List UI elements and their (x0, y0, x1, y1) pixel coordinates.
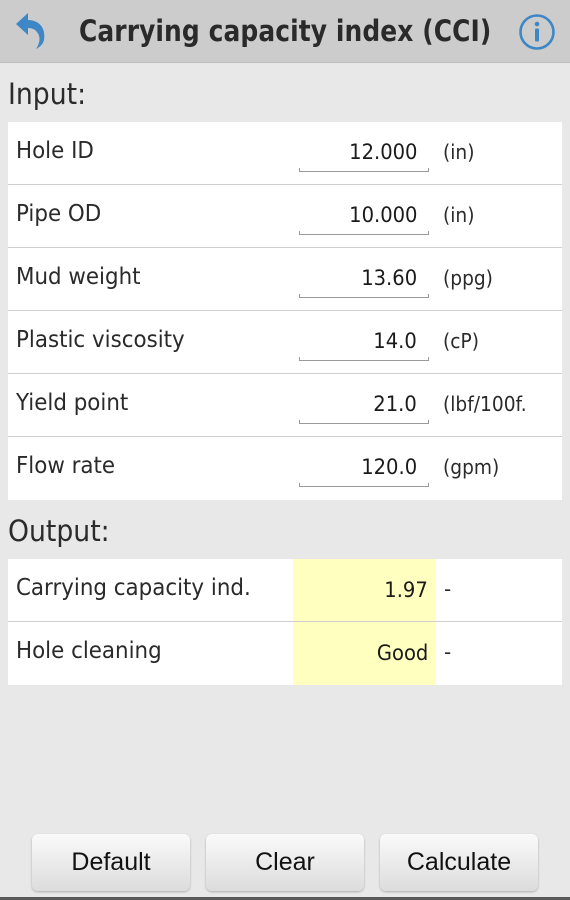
field-value: 14.0 (373, 329, 417, 353)
field-label: Yield point (16, 390, 129, 416)
input-underline (299, 168, 429, 172)
flow-rate-input[interactable]: 120.0 (299, 445, 429, 491)
clear-button[interactable]: Clear (206, 834, 364, 891)
field-label: Plastic viscosity (16, 327, 185, 353)
field-unit: (cP) (443, 329, 479, 353)
field-unit: (lbf/100f. (443, 392, 527, 416)
field-unit: (in) (443, 140, 475, 164)
input-underline (299, 420, 429, 424)
field-value: 120.0 (361, 455, 417, 479)
action-bar: Carrying capacity index (CCI) (0, 0, 570, 63)
plastic-viscosity-input[interactable]: 14.0 (299, 319, 429, 365)
input-row-hole-id: Hole ID 12.000 (in) (8, 122, 562, 185)
input-row-pipe-od: Pipe OD 10.000 (in) (8, 185, 562, 248)
input-underline (299, 294, 429, 298)
output-value: Good (376, 641, 428, 665)
screen: Carrying capacity index (CCI) Input: Hol… (0, 0, 570, 900)
field-label: Pipe OD (16, 201, 102, 227)
pipe-od-input[interactable]: 10.000 (299, 193, 429, 239)
input-row-flow-rate: Flow rate 120.0 (gpm) (8, 437, 562, 500)
input-card: Hole ID 12.000 (in) Pipe OD 10.000 (in) … (8, 122, 562, 500)
input-section-title: Input: (8, 77, 87, 111)
input-row-yield-point: Yield point 21.0 (lbf/100f. (8, 374, 562, 437)
output-unit: - (444, 640, 452, 664)
field-label: Flow rate (16, 453, 116, 479)
output-value: 1.97 (384, 578, 428, 602)
hole-cleaning-result: Good (293, 622, 436, 685)
default-button[interactable]: Default (32, 834, 190, 891)
input-underline (299, 357, 429, 361)
calculate-button[interactable]: Calculate (380, 834, 538, 891)
field-unit: (in) (443, 203, 475, 227)
input-underline (299, 483, 429, 487)
input-underline (299, 231, 429, 235)
field-label: Hole ID (16, 138, 94, 164)
cci-result: 1.97 (293, 559, 436, 621)
hole-id-input[interactable]: 12.000 (299, 130, 429, 176)
output-card: Carrying capacity ind. 1.97 - Hole clean… (8, 559, 562, 685)
page-title: Carrying capacity index (CCI) (79, 14, 492, 48)
field-value: 21.0 (373, 392, 417, 416)
field-value: 13.60 (361, 266, 417, 290)
output-label: Hole cleaning (16, 638, 162, 664)
info-icon[interactable] (518, 13, 556, 51)
output-row-cci: Carrying capacity ind. 1.97 - (8, 559, 562, 622)
back-arrow-icon[interactable] (12, 10, 52, 50)
output-unit: - (444, 577, 452, 601)
input-row-plastic-viscosity: Plastic viscosity 14.0 (cP) (8, 311, 562, 374)
mud-weight-input[interactable]: 13.60 (299, 256, 429, 302)
yield-point-input[interactable]: 21.0 (299, 382, 429, 428)
field-value: 12.000 (348, 140, 417, 164)
output-label: Carrying capacity ind. (16, 575, 251, 601)
output-section-title: Output: (8, 514, 110, 548)
field-unit: (gpm) (443, 455, 500, 479)
input-row-mud-weight: Mud weight 13.60 (ppg) (8, 248, 562, 311)
field-unit: (ppg) (443, 266, 493, 290)
output-row-hole-cleaning: Hole cleaning Good - (8, 622, 562, 685)
field-value: 10.000 (348, 203, 417, 227)
field-label: Mud weight (16, 264, 141, 290)
